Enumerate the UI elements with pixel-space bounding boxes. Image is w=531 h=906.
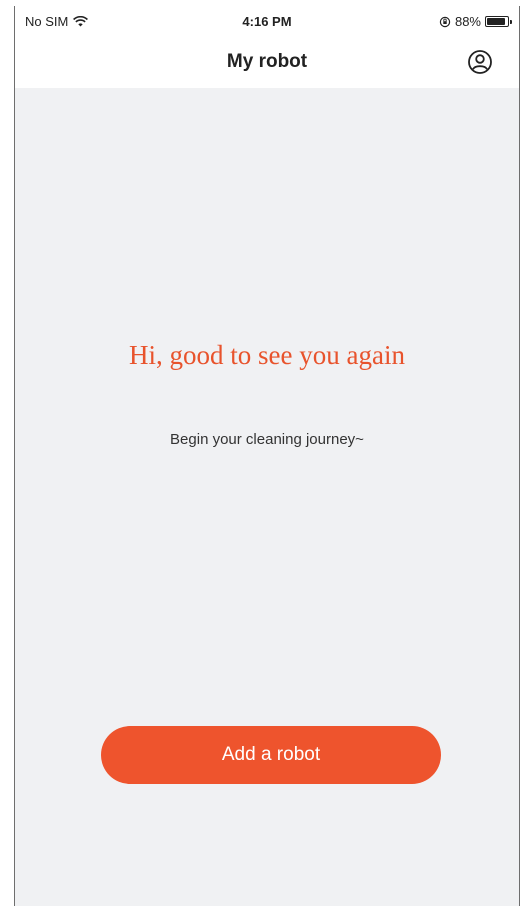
nav-bar: My robot	[15, 36, 519, 88]
page-title: My robot	[226, 51, 308, 72]
orientation-lock-icon	[439, 16, 451, 27]
greeting-text: Hi, good to see you again	[129, 340, 405, 370]
battery-percent: 88%	[454, 14, 481, 29]
user-circle-icon	[468, 50, 492, 74]
app-screen: No SIM 4:16 PM 88% My robot Hi, good to …	[14, 6, 520, 906]
profile-button[interactable]	[467, 49, 493, 75]
status-right: 88%	[439, 14, 512, 29]
add-robot-button[interactable]: Add a robot	[101, 726, 441, 784]
subtitle-text: Begin your cleaning journey~	[170, 431, 364, 448]
battery-icon	[485, 16, 512, 27]
status-bar: No SIM 4:16 PM 88%	[15, 6, 519, 36]
battery-level	[487, 18, 505, 25]
